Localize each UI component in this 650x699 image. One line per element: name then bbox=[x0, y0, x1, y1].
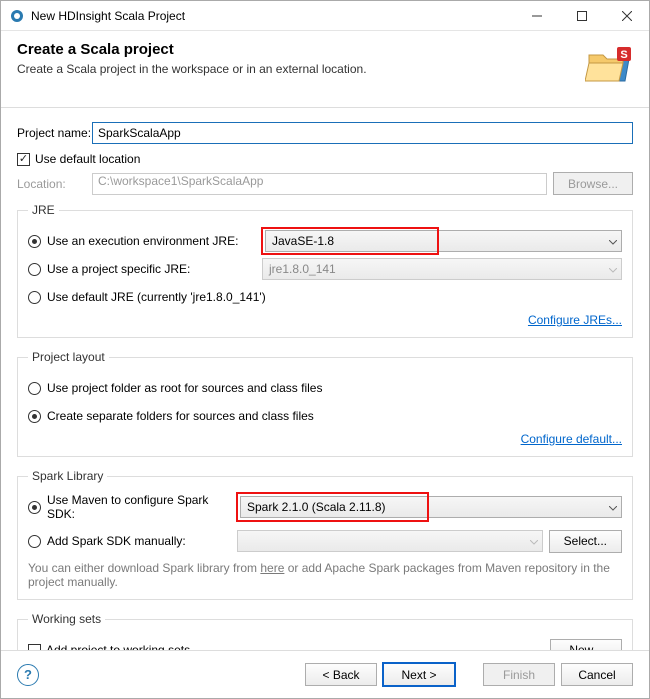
svg-text:S: S bbox=[620, 49, 627, 61]
layout-legend: Project layout bbox=[28, 350, 109, 364]
chevron-down-icon bbox=[609, 262, 617, 276]
titlebar: New HDInsight Scala Project bbox=[1, 1, 649, 31]
jre-exec-env-combo-ext[interactable] bbox=[435, 230, 622, 252]
jre-exec-env-combo[interactable]: JavaSE-1.8 bbox=[265, 230, 435, 252]
jre-exec-env-label: Use an execution environment JRE: bbox=[47, 234, 262, 248]
jre-default-radio[interactable] bbox=[28, 291, 41, 304]
layout-group: Project layout Use project folder as roo… bbox=[17, 350, 633, 457]
working-sets-new-button[interactable]: New... bbox=[550, 639, 622, 651]
working-sets-legend: Working sets bbox=[28, 612, 105, 626]
layout-separate-radio[interactable] bbox=[28, 410, 41, 423]
working-sets-add-label: Add project to working sets bbox=[46, 643, 550, 650]
jre-legend: JRE bbox=[28, 203, 59, 217]
button-bar: ? < Back Next > Finish Cancel bbox=[1, 650, 649, 698]
spark-maven-combo[interactable]: Spark 2.1.0 (Scala 2.11.8) bbox=[240, 496, 425, 518]
chevron-down-icon bbox=[530, 534, 538, 548]
spark-maven-label: Use Maven to configure Spark SDK: bbox=[47, 493, 237, 521]
spark-manual-label: Add Spark SDK manually: bbox=[47, 534, 237, 548]
dialog-header: Create a Scala project Create a Scala pr… bbox=[1, 31, 649, 108]
location-label: Location: bbox=[17, 177, 92, 191]
jre-project-specific-label: Use a project specific JRE: bbox=[47, 262, 262, 276]
spark-legend: Spark Library bbox=[28, 469, 107, 483]
jre-project-specific-combo: jre1.8.0_141 bbox=[262, 258, 622, 280]
project-name-input[interactable] bbox=[92, 122, 633, 144]
working-sets-group: Working sets Add project to working sets… bbox=[17, 612, 633, 650]
chevron-down-icon bbox=[609, 500, 617, 514]
use-default-location-checkbox[interactable] bbox=[17, 153, 30, 166]
minimize-button[interactable] bbox=[514, 1, 559, 30]
next-button[interactable]: Next > bbox=[383, 663, 455, 686]
spark-footnote: You can either download Spark library fr… bbox=[28, 561, 622, 589]
help-icon[interactable]: ? bbox=[17, 664, 39, 686]
jre-project-specific-radio[interactable] bbox=[28, 263, 41, 276]
header-subtitle: Create a Scala project in the workspace … bbox=[17, 62, 585, 76]
spark-manual-combo bbox=[237, 530, 543, 552]
app-icon bbox=[9, 8, 25, 24]
use-default-location-label: Use default location bbox=[35, 152, 140, 166]
maximize-button[interactable] bbox=[559, 1, 604, 30]
header-title: Create a Scala project bbox=[17, 41, 585, 58]
back-button[interactable]: < Back bbox=[305, 663, 377, 686]
folder-icon: S bbox=[585, 41, 633, 89]
spark-group: Spark Library Use Maven to configure Spa… bbox=[17, 469, 633, 600]
configure-default-link[interactable]: Configure default... bbox=[521, 432, 622, 446]
finish-button: Finish bbox=[483, 663, 555, 686]
spark-maven-radio[interactable] bbox=[28, 501, 41, 514]
cancel-button[interactable]: Cancel bbox=[561, 663, 633, 686]
browse-button: Browse... bbox=[553, 172, 633, 195]
window-title: New HDInsight Scala Project bbox=[31, 9, 514, 23]
spark-maven-combo-ext[interactable] bbox=[425, 496, 622, 518]
spark-here-link[interactable]: here bbox=[260, 561, 284, 575]
layout-root-label: Use project folder as root for sources a… bbox=[47, 381, 322, 395]
spark-manual-radio[interactable] bbox=[28, 535, 41, 548]
jre-default-label: Use default JRE (currently 'jre1.8.0_141… bbox=[47, 290, 266, 304]
layout-root-radio[interactable] bbox=[28, 382, 41, 395]
close-button[interactable] bbox=[604, 1, 649, 30]
location-input: C:\workspace1\SparkScalaApp bbox=[92, 173, 547, 195]
jre-exec-env-radio[interactable] bbox=[28, 235, 41, 248]
project-name-label: Project name: bbox=[17, 126, 92, 140]
spark-select-button[interactable]: Select... bbox=[549, 530, 622, 553]
configure-jres-link[interactable]: Configure JREs... bbox=[528, 313, 622, 327]
chevron-down-icon bbox=[609, 234, 617, 248]
jre-group: JRE Use an execution environment JRE: Ja… bbox=[17, 203, 633, 338]
layout-separate-label: Create separate folders for sources and … bbox=[47, 409, 314, 423]
